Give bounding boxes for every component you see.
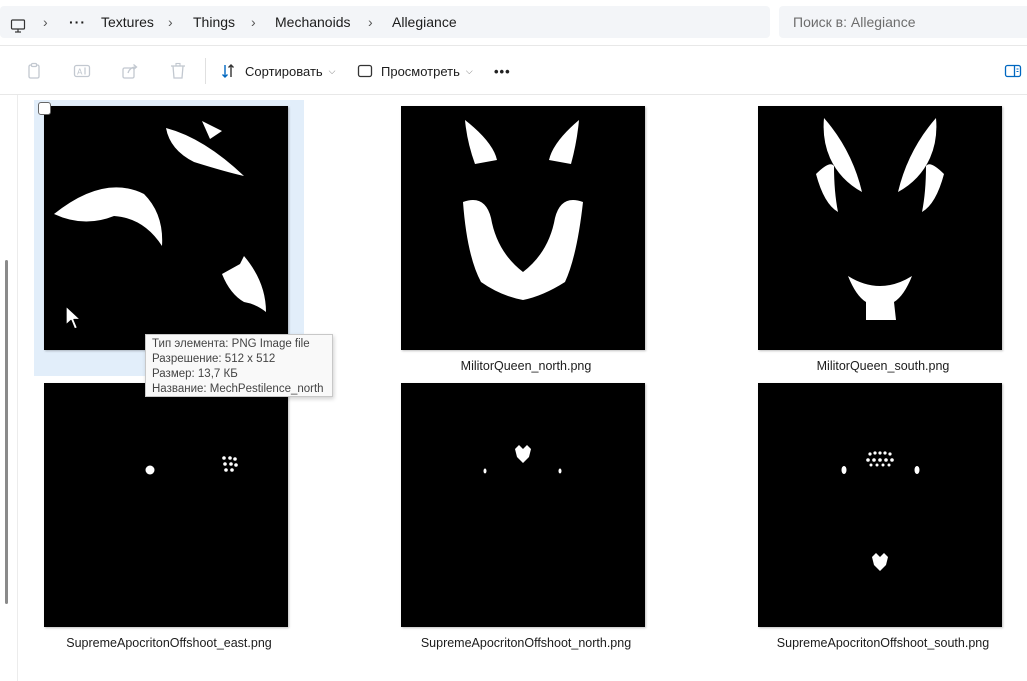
tooltip-title: Название: MechPestilence_north	[152, 383, 324, 395]
cut-button[interactable]	[25, 56, 43, 86]
navigation-pane-divider	[17, 95, 18, 681]
computer-icon[interactable]	[10, 13, 26, 33]
file-thumbnail[interactable]	[401, 383, 645, 627]
breadcrumb-item-mechanoids[interactable]: Mechanoids	[275, 6, 351, 38]
chevron-down-icon: ⌵	[465, 65, 473, 76]
details-pane-icon	[1004, 63, 1022, 79]
file-info-tooltip: Тип элемента: PNG Image file Разрешение:…	[145, 334, 333, 397]
tooltip-type: Тип элемента: PNG Image file	[152, 338, 310, 350]
file-thumbnail[interactable]	[758, 383, 1002, 627]
select-checkbox[interactable]	[38, 102, 51, 115]
file-name[interactable]: MilitorQueen_south.png	[748, 359, 1018, 373]
chevron-right-icon[interactable]: ›	[43, 6, 48, 38]
sort-button[interactable]: Сортировать ⌵	[221, 56, 336, 86]
cursor-icon	[65, 305, 83, 336]
breadcrumb-item-allegiance[interactable]: Allegiance	[392, 6, 457, 38]
sort-icon	[221, 63, 237, 79]
details-pane-button[interactable]	[1004, 56, 1022, 86]
file-name[interactable]: MilitorQueen_north.png	[391, 359, 661, 373]
breadcrumb[interactable]: › ··· Textures › Things › Mechanoids › A…	[0, 6, 770, 38]
share-button[interactable]	[121, 56, 139, 86]
tooltip-size: Размер: 13,7 КБ	[152, 368, 238, 380]
file-name[interactable]: SupremeApocritonOffshoot_east.png	[34, 636, 304, 650]
chevron-down-icon: ⌵	[328, 65, 336, 76]
file-thumbnail[interactable]	[758, 106, 1002, 350]
file-name[interactable]: SupremeApocritonOffshoot_north.png	[391, 636, 661, 650]
rename-icon: A	[73, 62, 91, 80]
delete-button[interactable]	[169, 56, 187, 86]
file-thumbnail[interactable]	[401, 106, 645, 350]
view-button[interactable]: Просмотреть ⌵	[357, 56, 473, 86]
file-name[interactable]: SupremeApocritonOffshoot_south.png	[748, 636, 1018, 650]
address-bar: › ··· Textures › Things › Mechanoids › A…	[0, 0, 1027, 45]
svg-text:A: A	[77, 68, 83, 77]
more-button[interactable]: •••	[494, 56, 511, 86]
breadcrumb-item-textures[interactable]: Textures	[101, 6, 154, 38]
breadcrumb-more[interactable]: ···	[69, 6, 86, 38]
breadcrumb-item-things[interactable]: Things	[193, 6, 235, 38]
search-placeholder: Поиск в: Allegiance	[793, 14, 916, 30]
sort-label: Сортировать	[245, 63, 323, 79]
file-thumbnail[interactable]	[44, 383, 288, 627]
view-label: Просмотреть	[381, 63, 460, 79]
more-icon: •••	[494, 63, 511, 79]
toolbar-separator	[205, 58, 206, 84]
search-input[interactable]: Поиск в: Allegiance	[779, 6, 1027, 38]
tooltip-resolution: Разрешение: 512 x 512	[152, 353, 276, 365]
rename-button[interactable]: A	[73, 56, 91, 86]
scrollbar[interactable]	[5, 260, 8, 604]
chevron-right-icon[interactable]: ›	[168, 6, 173, 38]
chevron-right-icon[interactable]: ›	[368, 6, 373, 38]
cut-icon	[25, 62, 43, 80]
delete-icon	[169, 62, 187, 80]
view-icon	[357, 63, 373, 79]
share-icon	[121, 62, 139, 80]
chevron-right-icon[interactable]: ›	[251, 6, 256, 38]
command-bar: A Сортировать ⌵ Просмотреть ⌵ •••	[0, 45, 1027, 95]
